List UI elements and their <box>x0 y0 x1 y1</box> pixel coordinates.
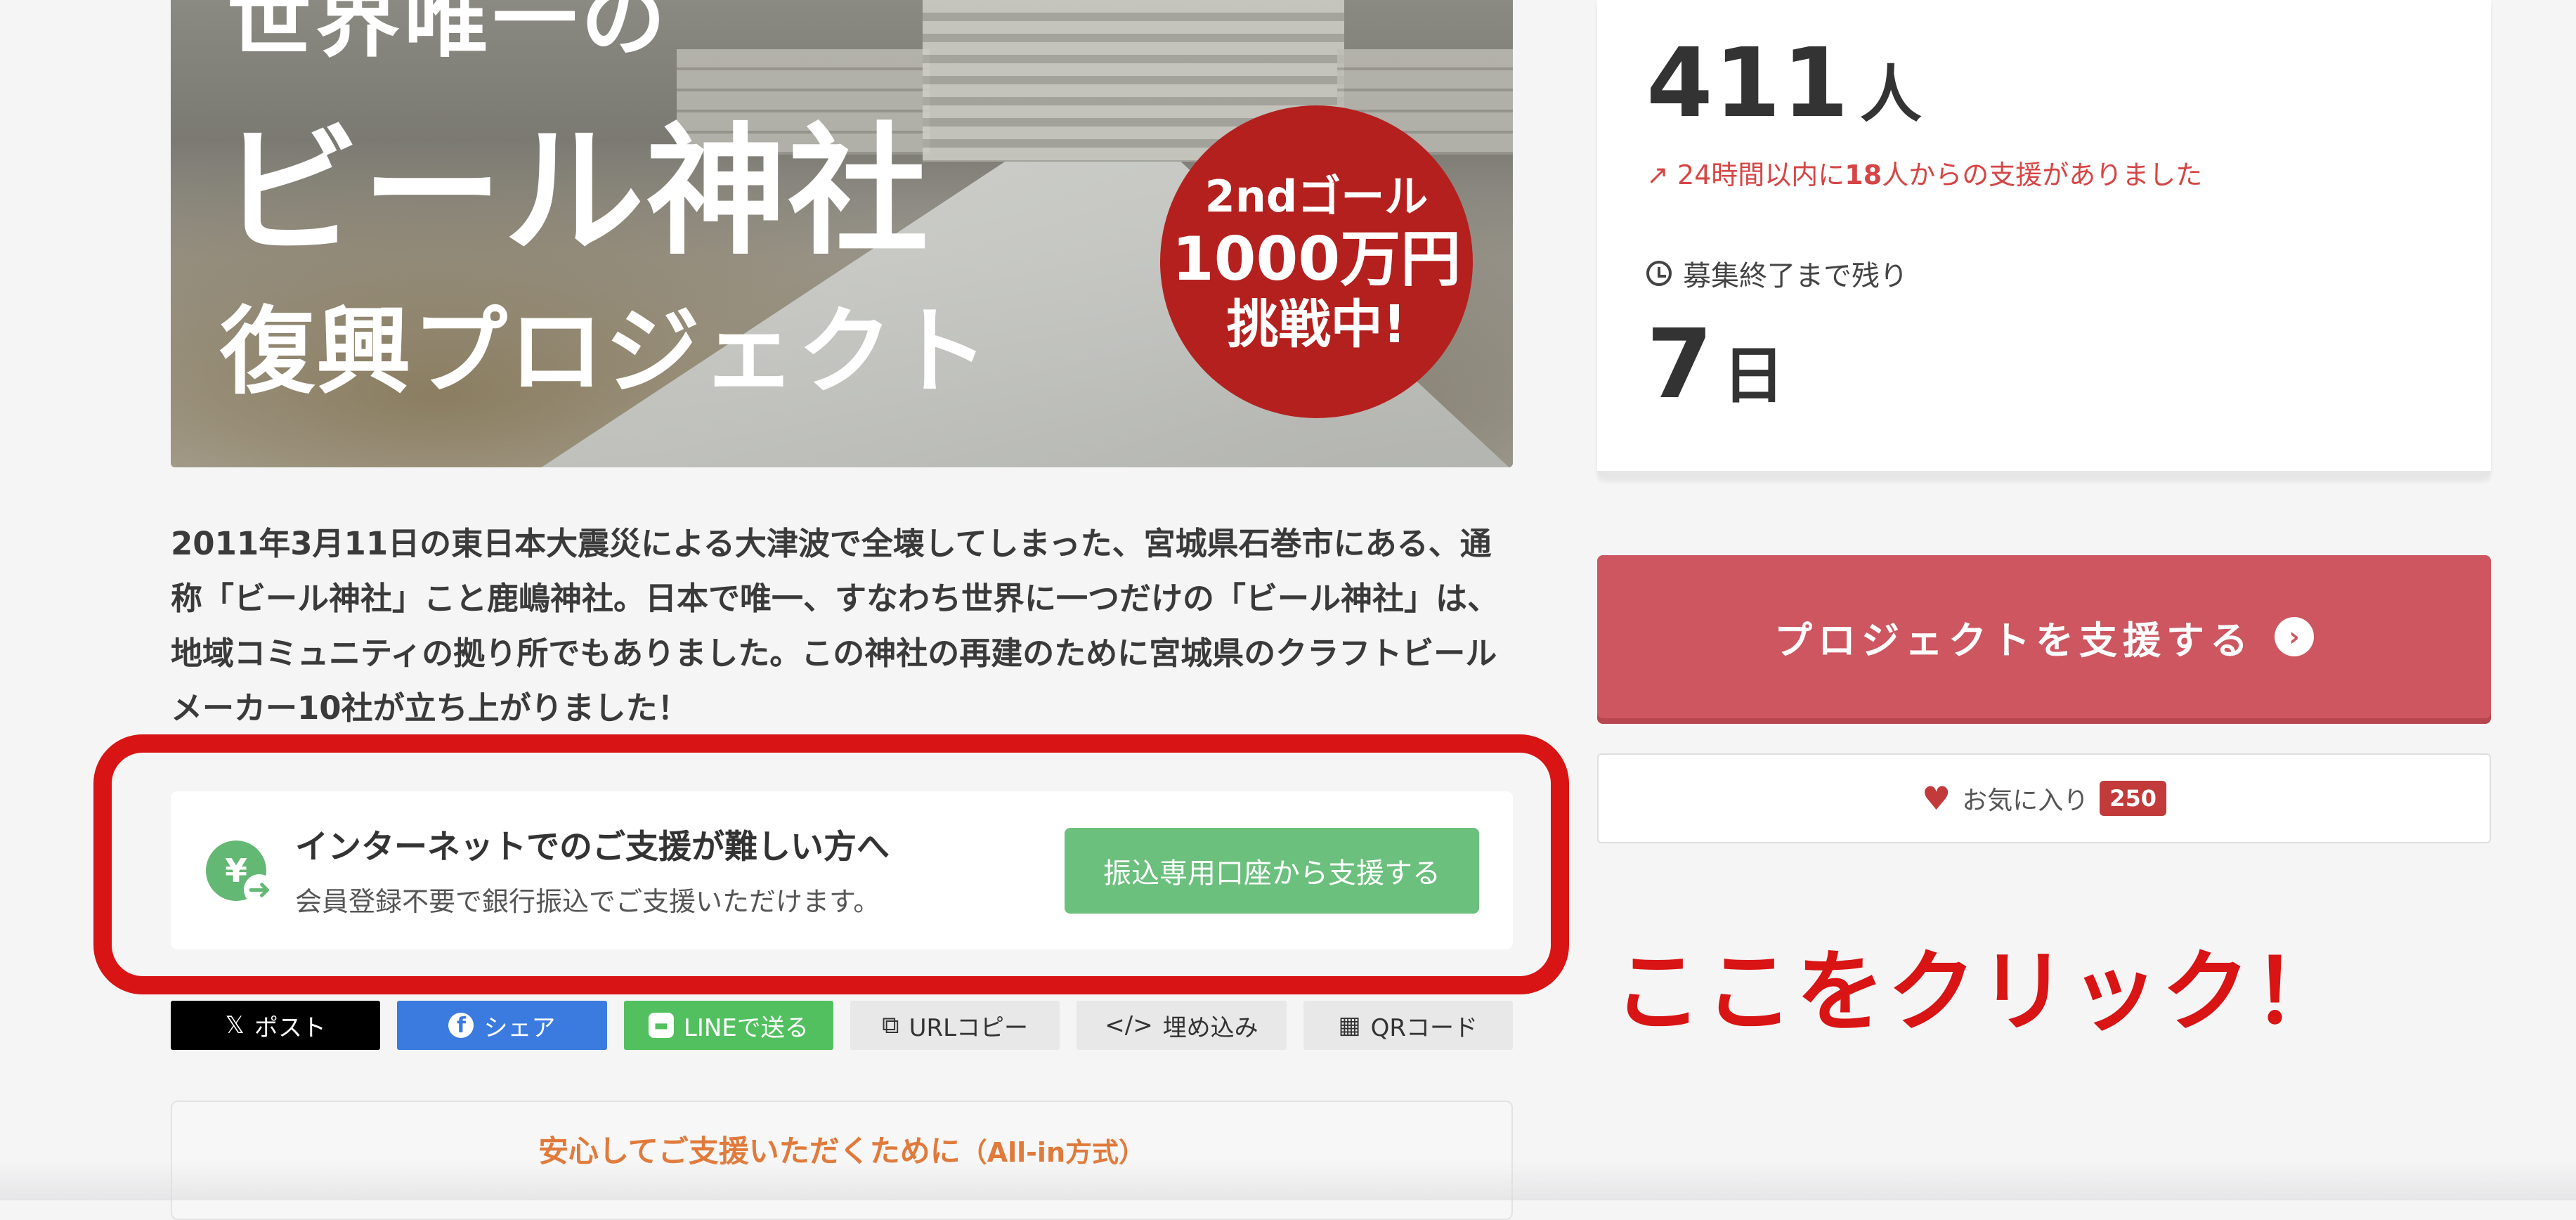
hero-title-sub: 復興プロジェクト <box>220 295 990 407</box>
qr-code-button[interactable]: ▦ QRコード <box>1303 1001 1513 1050</box>
embed-button[interactable]: </> 埋め込み <box>1076 1001 1287 1050</box>
remaining-days: 7日 <box>1646 309 1785 420</box>
share-line-label: LINEで送る <box>683 1013 809 1042</box>
stats-card-edge <box>1597 471 2491 478</box>
goal-badge-line2: 1000万円 <box>1171 223 1462 294</box>
share-line-button[interactable]: ▬ LINEで送る <box>623 1001 833 1050</box>
support-project-button[interactable]: プロジェクトを支援する › <box>1597 555 2491 718</box>
supporter-count: 411 人 <box>1646 28 1922 139</box>
share-x-button[interactable]: 𝕏 ポスト <box>171 1001 381 1050</box>
share-buttons: 𝕏 ポスト f シェア ▬ LINEで送る ⧉ URLコピー </> 埋め込み … <box>171 1001 1513 1050</box>
supporter-count-unit: 人 <box>1859 58 1922 131</box>
share-facebook-button[interactable]: f シェア <box>397 1001 607 1050</box>
trending-up-icon: ↗ <box>1646 160 1669 190</box>
heart-icon: ♥ <box>1921 779 1951 817</box>
remaining-time-label: 募集終了まで残り <box>1646 253 1908 294</box>
facebook-icon: f <box>448 1013 474 1038</box>
share-facebook-label: シェア <box>483 1013 556 1042</box>
share-x-label: ポスト <box>254 1013 326 1042</box>
recent-support-trend: ↗ 24時間以内に18人からの支援がありました <box>1646 153 2202 192</box>
goal-badge-line3: 挑戦中! <box>1226 294 1407 355</box>
code-icon: </> <box>1105 1011 1153 1039</box>
x-logo-icon: 𝕏 <box>225 1011 245 1039</box>
copy-icon: ⧉ <box>882 1011 899 1039</box>
chevron-right-icon: › <box>2275 617 2314 656</box>
trend-count: 18 <box>1845 160 1882 190</box>
project-description: 2011年3月11日の東日本大震災による大津波で全壊してしまった、宮城県石巻市に… <box>171 525 1500 727</box>
goal-badge: 2ndゴール 1000万円 挑戦中! <box>1160 105 1473 418</box>
favorite-button[interactable]: ♥ お気に入り 250 <box>1597 753 2491 843</box>
highlight-annotation <box>93 734 1569 994</box>
support-project-label: プロジェクトを支援する <box>1774 618 2253 663</box>
click-here-callout: ここをクリック！ <box>1613 940 2344 1044</box>
favorite-label: お気に入り <box>1962 786 2089 815</box>
clock-icon <box>1646 261 1672 286</box>
trend-suffix: 人からの支援がありました <box>1882 160 2203 190</box>
remaining-days-value: 7 <box>1646 309 1713 420</box>
qr-icon: ▦ <box>1338 1011 1361 1039</box>
supporter-count-value: 411 <box>1646 28 1850 139</box>
project-stats-card: 411 人 ↗ 24時間以内に18人からの支援がありました 募集終了まで残り 7日 <box>1597 0 2491 478</box>
hero-title-main: ビール神社 <box>220 109 930 274</box>
copy-url-label: URLコピー <box>909 1013 1029 1042</box>
favorite-count-badge: 250 <box>2100 781 2167 816</box>
goal-badge-line1: 2ndゴール <box>1204 170 1429 222</box>
remaining-days-unit: 日 <box>1722 339 1785 412</box>
project-hero-image: 世界唯一の ビール神社 復興プロジェクト 2ndゴール 1000万円 挑戦中! <box>171 0 1513 467</box>
copy-url-button[interactable]: ⧉ URLコピー <box>850 1001 1060 1050</box>
remaining-time-text: 募集終了まで残り <box>1683 260 1908 292</box>
embed-label: 埋め込み <box>1162 1013 1258 1042</box>
trend-prefix: 24時間以内に <box>1677 160 1845 190</box>
bottom-fade <box>0 1160 2576 1200</box>
qr-code-label: QRコード <box>1370 1013 1478 1042</box>
line-icon: ▬ <box>648 1013 674 1038</box>
hero-title-top: 世界唯一の <box>227 0 670 69</box>
